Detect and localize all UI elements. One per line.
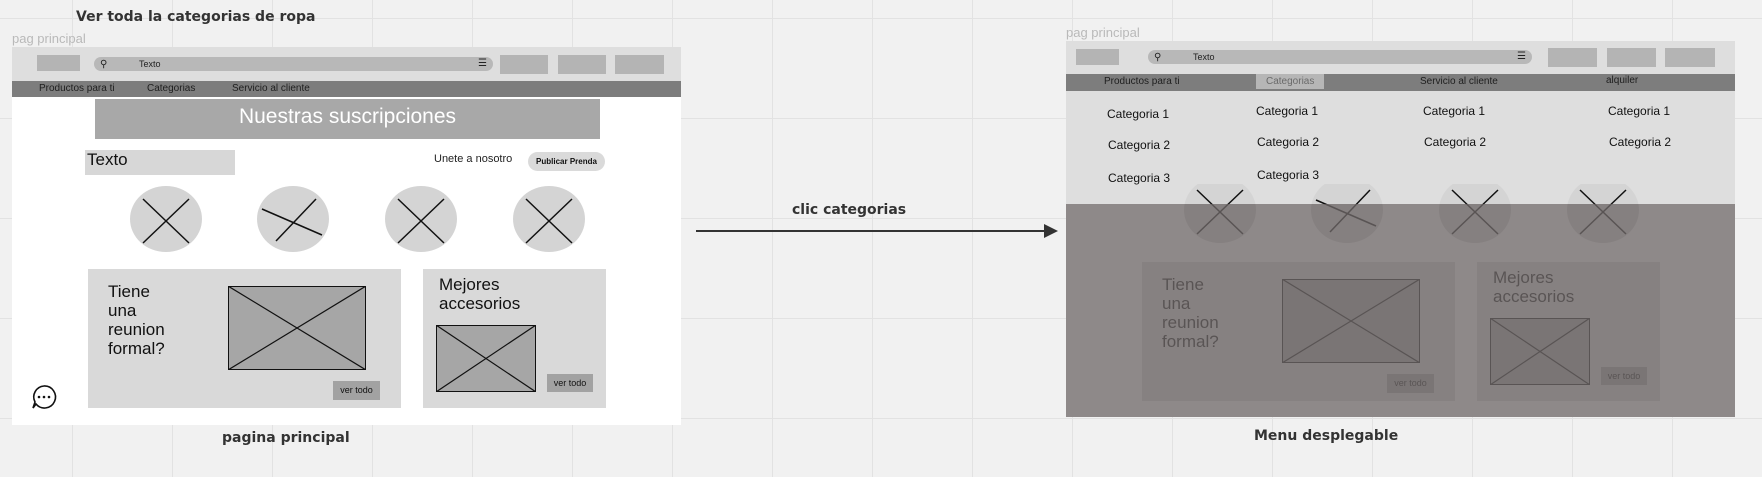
image-placeholder-circle-3	[385, 186, 457, 252]
card-formal-meeting[interactable]: Tiene una reunion formal? ver todo	[88, 269, 401, 408]
dropdown-item[interactable]: Categoria 3	[1108, 171, 1170, 185]
dropdown-item[interactable]: Categoria 1	[1423, 104, 1485, 118]
nav-item-servicio[interactable]: Servicio al cliente	[232, 83, 310, 94]
card-accessories[interactable]: Mejores accesorios ver todo	[423, 269, 606, 408]
card-accessories-title: Mejores accesorios	[439, 275, 521, 313]
logo-placeholder	[1076, 49, 1119, 65]
frame-dropdown-menu: ⚲ Texto ☰ Productos para ti Categorias S…	[1066, 41, 1735, 417]
dropdown-item[interactable]: Categoria 2	[1424, 135, 1486, 149]
see-all-button-formal[interactable]: ver todo	[333, 381, 380, 400]
dropdown-item[interactable]: Categoria 2	[1257, 135, 1319, 149]
see-all-button-accessories[interactable]: ver todo	[547, 374, 593, 392]
image-placeholder-circle-2	[257, 186, 329, 252]
header-bar: ⚲ Texto ☰	[1066, 41, 1735, 74]
nav-item-categorias[interactable]: Categorias	[147, 83, 195, 94]
dropdown-item[interactable]: Categoria 1	[1256, 104, 1318, 118]
nav-item-alquiler[interactable]: alquiler	[1606, 75, 1638, 86]
nav-item-servicio[interactable]: Servicio al cliente	[1420, 76, 1498, 87]
search-icon: ⚲	[1154, 52, 1162, 63]
image-placeholder-circle-4	[513, 186, 585, 252]
dim-overlay[interactable]	[1066, 204, 1735, 417]
subscriptions-banner: Nuestras suscripciones	[95, 99, 600, 139]
card-formal-title: Tiene una reunion formal?	[108, 282, 165, 358]
section-text-box: Texto	[85, 150, 235, 175]
dropdown-item[interactable]: Categoria 3	[1257, 168, 1319, 182]
canvas-note-title: Ver toda la categorias de ropa	[76, 9, 316, 25]
header-button-3[interactable]	[615, 55, 664, 74]
dropdown-item[interactable]: Categoria 1	[1608, 104, 1670, 118]
header-button-2[interactable]	[1607, 48, 1656, 67]
frame-label-left: pag principal	[12, 31, 86, 46]
nav-item-categorias-active[interactable]: Categorias	[1256, 74, 1325, 89]
caption-left: pagina principal	[222, 430, 350, 446]
header-button-3[interactable]	[1665, 48, 1715, 67]
dropdown-item[interactable]: Categoria 1	[1107, 107, 1169, 121]
filter-icon[interactable]: ☰	[478, 58, 487, 69]
dropdown-item[interactable]: Categoria 2	[1609, 135, 1671, 149]
search-icon: ⚲	[100, 59, 108, 70]
header-button-1[interactable]	[500, 55, 548, 74]
nav-bar: Productos para ti Categorias Servicio al…	[12, 81, 681, 97]
chat-bubble-icon[interactable]	[30, 383, 58, 411]
card-formal-image-placeholder	[228, 286, 366, 370]
search-input[interactable]: Texto	[139, 59, 161, 69]
logo-placeholder	[37, 55, 80, 71]
nav-bar: Productos para ti Categorias Servicio al…	[1066, 74, 1735, 91]
filter-icon[interactable]: ☰	[1517, 51, 1526, 62]
search-bar[interactable]: ⚲ Texto ☰	[94, 57, 493, 71]
card-accessories-image-placeholder	[436, 325, 536, 392]
caption-right: Menu desplegable	[1254, 428, 1399, 444]
dropdown-item[interactable]: Categoria 2	[1108, 138, 1170, 152]
search-input[interactable]: Texto	[1193, 52, 1215, 62]
flow-arrow	[696, 224, 1058, 238]
header-bar: ⚲ Texto ☰	[12, 47, 681, 81]
frame-label-right: pag principal	[1066, 25, 1140, 40]
nav-item-productos[interactable]: Productos para ti	[39, 83, 115, 94]
header-button-1[interactable]	[1548, 48, 1597, 67]
search-bar[interactable]: ⚲ Texto ☰	[1148, 50, 1532, 64]
nav-item-productos[interactable]: Productos para ti	[1104, 76, 1180, 87]
publish-button[interactable]: Publicar Prenda	[528, 152, 605, 171]
header-button-2[interactable]	[558, 55, 606, 74]
image-placeholder-circle-1	[130, 186, 202, 252]
join-text: Unete a nosotro	[434, 153, 513, 165]
arrow-label: clic categorias	[792, 202, 907, 218]
frame-main-page: ⚲ Texto ☰ Productos para ti Categorias S…	[12, 47, 681, 425]
